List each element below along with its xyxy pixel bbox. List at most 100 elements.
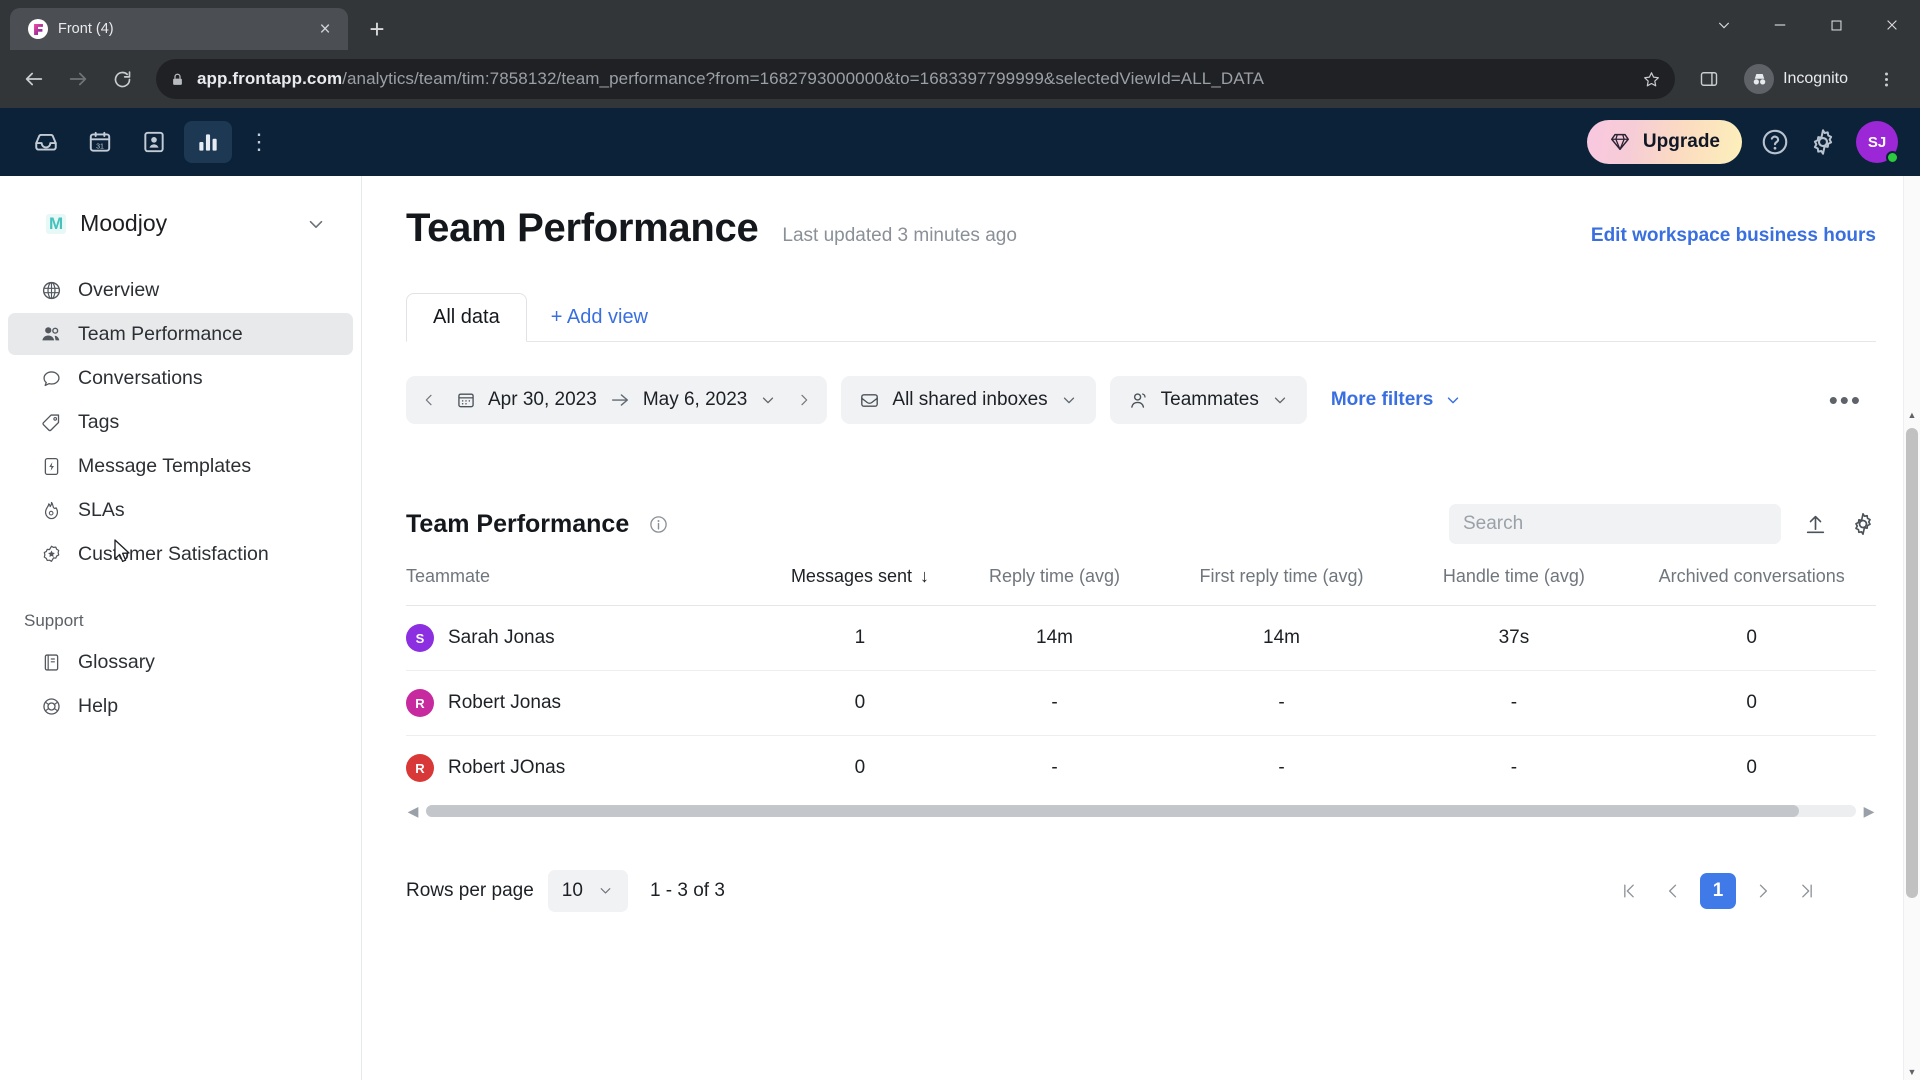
tab-close-icon[interactable]: ×	[312, 16, 338, 42]
scroll-left-icon[interactable]: ◀	[406, 803, 420, 820]
nav-contacts-button[interactable]	[130, 121, 178, 163]
sidebar-item-label: Customer Satisfaction	[78, 542, 269, 565]
app-topbar: 31 ⋮ Upgrade SJ	[0, 108, 1920, 176]
date-from[interactable]: Apr 30, 2023	[446, 389, 607, 411]
avatar: R	[406, 689, 434, 717]
date-range-filter[interactable]: Apr 30, 2023 May 6, 2023	[406, 376, 828, 424]
sidebar-item-label: Conversations	[78, 366, 203, 389]
inboxes-filter-label: All shared inboxes	[892, 389, 1048, 410]
user-avatar[interactable]: SJ	[1856, 121, 1899, 164]
table-horizontal-scrollbar[interactable]: ◀ ▶	[406, 803, 1876, 820]
scroll-right-icon[interactable]: ▶	[1862, 803, 1876, 820]
star-icon[interactable]	[1642, 70, 1661, 89]
nav-analytics-button[interactable]	[184, 121, 232, 163]
cell-first-reply-time: -	[1162, 670, 1401, 736]
gear-icon[interactable]	[1808, 127, 1838, 157]
info-icon[interactable]	[648, 514, 669, 535]
scrollbar-track[interactable]	[426, 805, 1856, 817]
scrollbar-thumb[interactable]	[426, 805, 1799, 817]
browser-tab[interactable]: Front (4) ×	[10, 8, 348, 50]
col-handle-time[interactable]: Handle time (avg)	[1400, 566, 1628, 606]
chevron-down-icon[interactable]	[1696, 0, 1752, 50]
cell-reply-time: -	[946, 670, 1163, 736]
add-view-button[interactable]: + Add view	[535, 294, 664, 341]
nav-more-icon[interactable]: ⋮	[238, 121, 280, 163]
sidebar-item-overview[interactable]: Overview	[8, 269, 353, 311]
speech-bubble-icon	[40, 367, 62, 389]
person-outline-icon	[1128, 390, 1149, 411]
sidebar-item-label: SLAs	[78, 498, 125, 521]
sidebar-item-conversations[interactable]: Conversations	[8, 357, 353, 399]
date-to[interactable]: May 6, 2023	[633, 389, 788, 411]
new-tab-button[interactable]: +	[360, 12, 394, 46]
browser-tab-title: Front (4)	[58, 21, 114, 37]
chevron-right-icon[interactable]	[787, 380, 821, 420]
scrollbar-thumb[interactable]	[1906, 428, 1918, 898]
prev-page-icon[interactable]	[1656, 874, 1690, 908]
chevron-down-icon[interactable]	[305, 213, 327, 235]
forward-arrow-icon[interactable]	[58, 59, 98, 99]
scroll-up-icon[interactable]: ▲	[1904, 406, 1920, 423]
chrome-menu-icon[interactable]	[1866, 59, 1906, 99]
side-panel-icon[interactable]	[1689, 59, 1729, 99]
sidebar-item-label: Glossary	[78, 650, 155, 673]
sidebar-item-label: Overview	[78, 278, 160, 301]
chevron-down-icon[interactable]	[759, 391, 777, 409]
sidebar-item-glossary[interactable]: Glossary	[8, 641, 353, 683]
edit-business-hours-link[interactable]: Edit workspace business hours	[1591, 225, 1876, 247]
search-input[interactable]	[1463, 513, 1767, 535]
maximize-icon[interactable]	[1808, 0, 1864, 50]
sidebar-item-message-templates[interactable]: Message Templates	[8, 445, 353, 487]
last-page-icon[interactable]	[1790, 874, 1824, 908]
tab-all-data[interactable]: All data	[406, 293, 527, 342]
teammates-filter[interactable]: Teammates	[1109, 376, 1307, 424]
question-circle-icon[interactable]	[1760, 127, 1790, 157]
search-box[interactable]	[1449, 504, 1781, 544]
lightning-template-icon	[40, 455, 62, 477]
table-row[interactable]: R Robert JOnas 0 - - - 0	[406, 736, 1876, 801]
sidebar-item-customer-satisfaction[interactable]: Customer Satisfaction	[8, 533, 353, 575]
chevron-left-icon[interactable]	[412, 380, 446, 420]
more-filters-button[interactable]: More filters	[1321, 389, 1472, 411]
scroll-down-icon[interactable]: ▼	[1904, 1063, 1920, 1080]
sidebar-item-team-performance[interactable]: Team Performance	[8, 313, 353, 355]
address-bar[interactable]: app.frontapp.com/analytics/team/tim:7858…	[156, 59, 1676, 99]
table-header: Teammate Messages sent ↓ Reply time (avg)…	[406, 566, 1876, 606]
upload-icon[interactable]	[1803, 512, 1828, 537]
table-row[interactable]: S Sarah Jonas 1 14m 14m 37s 0	[406, 605, 1876, 671]
address-bar-url: app.frontapp.com/analytics/team/tim:7858…	[197, 69, 1630, 89]
first-page-icon[interactable]	[1612, 874, 1646, 908]
profile-incognito-button[interactable]: Incognito	[1739, 60, 1862, 98]
minimize-icon[interactable]	[1752, 0, 1808, 50]
sidebar-item-tags[interactable]: Tags	[8, 401, 353, 443]
col-archived-conversations[interactable]: Archived conversations	[1627, 566, 1876, 606]
sidebar-item-help[interactable]: Help	[8, 685, 353, 727]
col-reply-time[interactable]: Reply time (avg)	[946, 566, 1163, 606]
rows-per-page-select[interactable]: 10	[547, 869, 628, 912]
presence-dot	[1886, 151, 1899, 164]
inboxes-filter[interactable]: All shared inboxes	[841, 376, 1096, 424]
next-page-icon[interactable]	[1746, 874, 1780, 908]
cell-archived: 0	[1746, 757, 1757, 779]
reload-icon[interactable]	[102, 59, 142, 99]
col-teammate[interactable]: Teammate	[406, 566, 774, 606]
flame-icon	[40, 499, 62, 521]
filter-overflow-icon[interactable]: •••	[1829, 385, 1876, 416]
page-1-button[interactable]: 1	[1700, 872, 1736, 909]
window-close-icon[interactable]	[1864, 0, 1920, 50]
sidebar-item-slas[interactable]: SLAs	[8, 489, 353, 531]
workspace-selector[interactable]: M Moodjoy	[12, 200, 349, 247]
gear-icon[interactable]	[1850, 511, 1876, 537]
back-arrow-icon[interactable]	[14, 59, 54, 99]
main-vertical-scrollbar[interactable]: ▲ ▼	[1903, 176, 1920, 1080]
nav-inbox-button[interactable]	[22, 121, 70, 163]
table-title: Team Performance	[406, 510, 669, 539]
nav-calendar-button[interactable]: 31	[76, 121, 124, 163]
browser-window: Front (4) × + app.frontapp.com/analytics…	[0, 0, 1920, 1080]
col-first-reply-time[interactable]: First reply time (avg)	[1162, 566, 1401, 606]
chevron-down-icon	[1271, 391, 1289, 409]
upgrade-button[interactable]: Upgrade	[1586, 120, 1742, 164]
table-title-text: Team Performance	[406, 509, 630, 538]
table-row[interactable]: R Robert Jonas 0 - - - 0	[406, 670, 1876, 736]
col-messages-sent[interactable]: Messages sent ↓	[773, 566, 947, 606]
